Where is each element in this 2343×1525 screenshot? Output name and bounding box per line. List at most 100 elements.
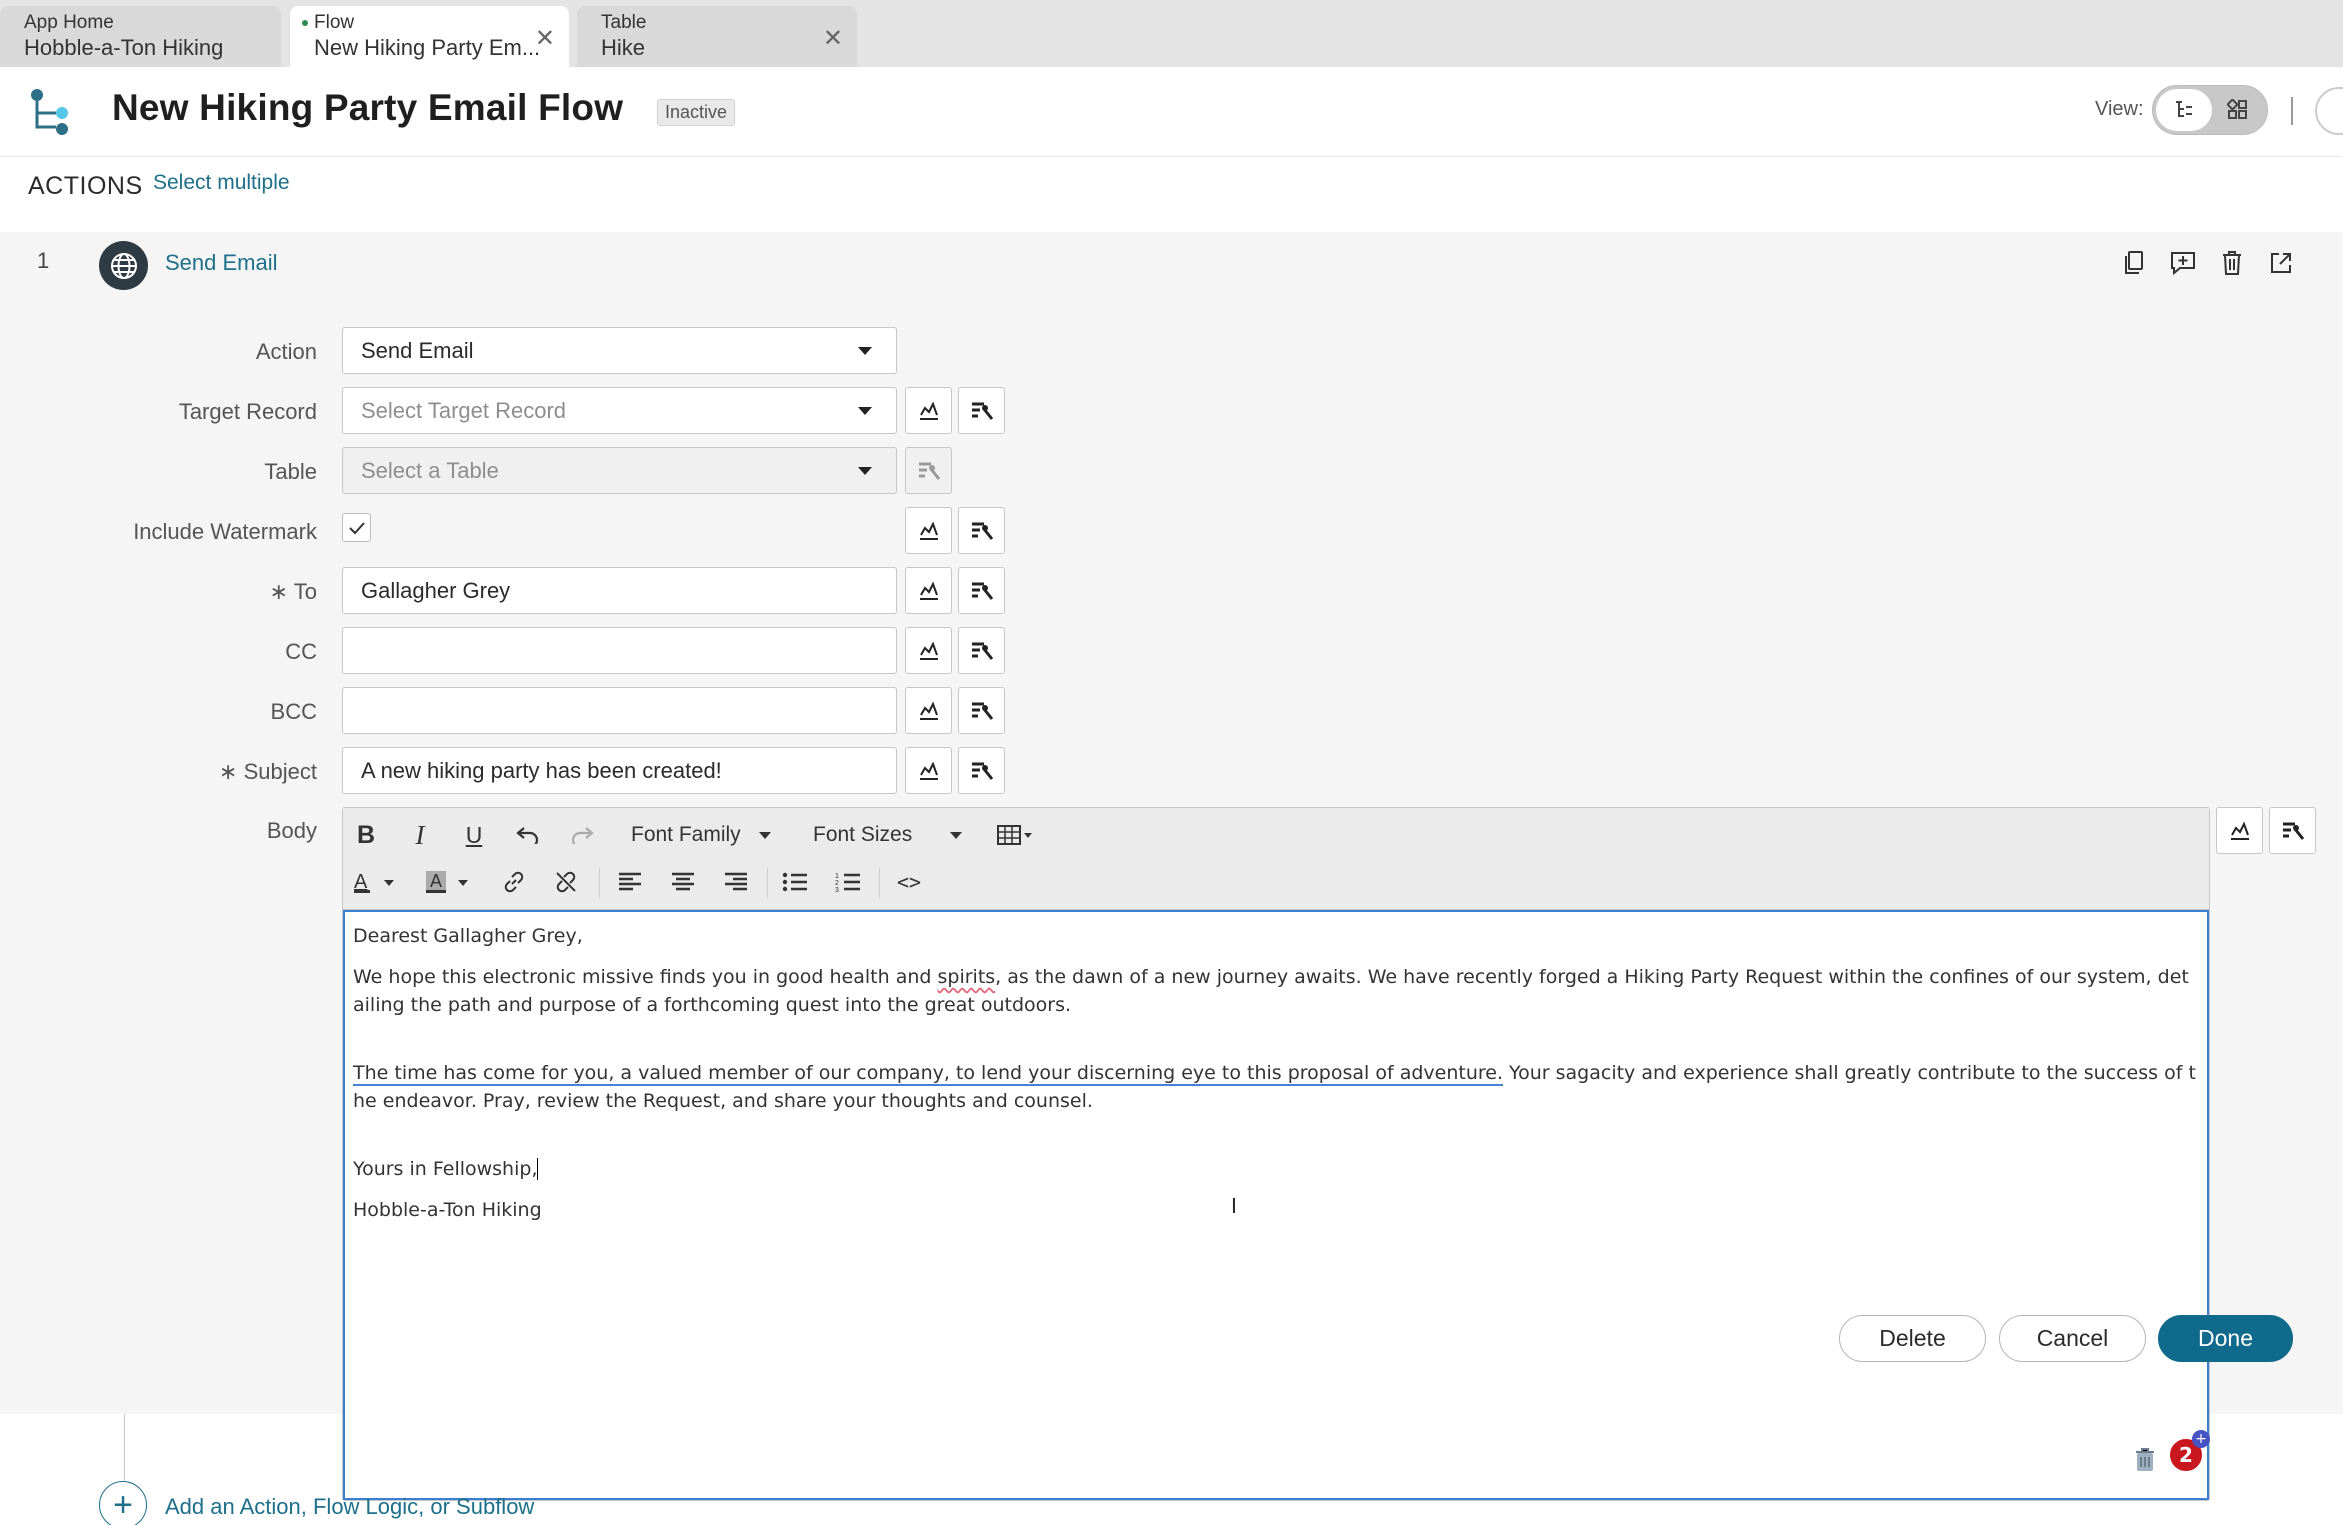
bullet-list-button[interactable] [778,865,812,899]
tab-app-home[interactable]: App Home Hobble-a-Ton Hiking [0,6,281,67]
tab-table[interactable]: Table Hike ✕ [577,6,857,67]
expression-button[interactable] [905,567,952,614]
to-value: Gallagher Grey [361,577,511,603]
numbered-list-icon: 123 [835,873,860,893]
add-action-link[interactable]: Add an Action, Flow Logic, or Subflow [165,1494,534,1520]
trash-icon[interactable] [2215,246,2249,280]
target-record-select[interactable]: Select Target Record [342,387,897,434]
field-picker-button[interactable] [958,627,1005,674]
action-value: Send Email [361,337,474,363]
watermark-checkbox[interactable] [342,513,371,542]
table-icon [997,825,1032,845]
cc-field[interactable] [342,627,897,674]
svg-text:3: 3 [835,887,839,893]
highlight-color-button[interactable]: A [423,865,473,899]
required-mark: ∗ [269,579,289,604]
extension-icon[interactable] [2134,1447,2156,1473]
plus-icon[interactable]: + [99,1481,147,1525]
more-button[interactable] [2315,87,2343,135]
to-field[interactable]: Gallagher Grey [342,567,897,614]
chevron-down-icon [858,347,872,355]
source-code-button[interactable]: <> [887,865,931,899]
svg-text:1: 1 [835,873,839,880]
target-record-label: Target Record [178,399,317,424]
table-select[interactable]: Select a Table [342,447,897,494]
tab-flow[interactable]: Flow New Hiking Party Em... ✕ [290,6,569,67]
expression-icon [919,700,938,720]
field-picker-icon [971,642,993,660]
unlink-button[interactable] [549,865,583,899]
undo-button[interactable] [511,818,545,852]
copy-icon[interactable] [2117,246,2151,280]
email-paragraph-1: We hope this electronic missive finds yo… [353,966,2189,1016]
unlink-icon [556,871,576,893]
field-picker-button[interactable] [958,387,1005,434]
close-tab-icon[interactable]: ✕ [535,24,555,53]
action-select[interactable]: Send Email [342,327,897,374]
select-multiple-link[interactable]: Select multiple [153,171,290,195]
table-insert-button[interactable] [993,818,1037,852]
field-picker-button[interactable] [2269,807,2316,854]
open-external-icon[interactable] [2264,246,2298,280]
align-left-button[interactable] [613,865,647,899]
text-color-button[interactable]: A [349,865,399,899]
view-label: View: [2095,98,2144,120]
expression-button[interactable] [905,387,952,434]
numbered-list-button[interactable]: 123 [831,865,865,899]
font-size-label: Font Sizes [813,823,913,846]
field-picker-button[interactable] [958,507,1005,554]
expression-button[interactable] [905,507,952,554]
bold-button[interactable]: B [349,818,383,852]
status-badge: Inactive [657,99,736,126]
email-greeting: Dearest Gallagher Grey, [353,925,583,947]
cc-label: CC [285,639,317,664]
bcc-field[interactable] [342,687,897,734]
canvas-view-button[interactable] [2210,89,2266,131]
field-picker-button[interactable] [958,567,1005,614]
watermark-label: Include Watermark [133,519,317,544]
step-title[interactable]: Send Email [165,250,278,276]
subject-field[interactable]: A new hiking party has been created! [342,747,897,794]
redo-button[interactable] [565,818,599,852]
underline-button[interactable]: U [457,818,491,852]
tab-label: Hike [601,35,646,60]
tab-type: App Home [24,12,114,33]
expression-button[interactable] [905,687,952,734]
align-right-button[interactable] [719,865,753,899]
align-left-icon [619,872,641,891]
grammar-mark: The time has come for you, a valued memb… [353,1062,1503,1084]
view-toggle[interactable] [2152,85,2268,135]
globe-icon [99,241,148,290]
chevron-down-icon [858,467,872,475]
plus-icon: + [2192,1430,2210,1448]
body-label: Body [266,818,317,843]
to-label: ∗ To [269,579,317,604]
field-picker-button[interactable] [958,747,1005,794]
canvas-view-icon [2227,99,2247,119]
close-tab-icon[interactable]: ✕ [823,24,843,53]
text-cursor-icon: I [1231,1194,1237,1218]
expression-button[interactable] [2216,807,2263,854]
done-button[interactable]: Done [2158,1315,2293,1362]
font-family-label: Font Family [631,823,741,846]
delete-button[interactable]: Delete [1839,1315,1986,1362]
link-button[interactable] [497,865,531,899]
italic-button[interactable]: I [403,818,437,852]
chevron-down-icon [858,407,872,415]
action-panel: 1 Send Email Action Send Email Target Re… [0,232,2343,1501]
field-picker-icon [971,702,993,720]
font-family-select[interactable]: Font Family [631,818,771,852]
expression-button[interactable] [905,747,952,794]
cancel-button[interactable]: Cancel [1999,1315,2146,1362]
expression-button[interactable] [905,627,952,674]
field-picker-button[interactable] [958,687,1005,734]
align-center-button[interactable] [666,865,700,899]
svg-text:A: A [430,871,442,891]
font-size-select[interactable]: Font Sizes [813,818,963,852]
email-body-content[interactable]: Dearest Gallagher Grey, We hope this ele… [343,910,2210,1500]
tree-view-button[interactable] [2156,89,2212,131]
divider [2291,97,2293,125]
field-picker-icon [971,582,993,600]
rich-text-editor[interactable]: B I U Font Family Font Sizes A A 123 <> … [342,807,2210,1501]
comment-icon[interactable] [2166,246,2200,280]
